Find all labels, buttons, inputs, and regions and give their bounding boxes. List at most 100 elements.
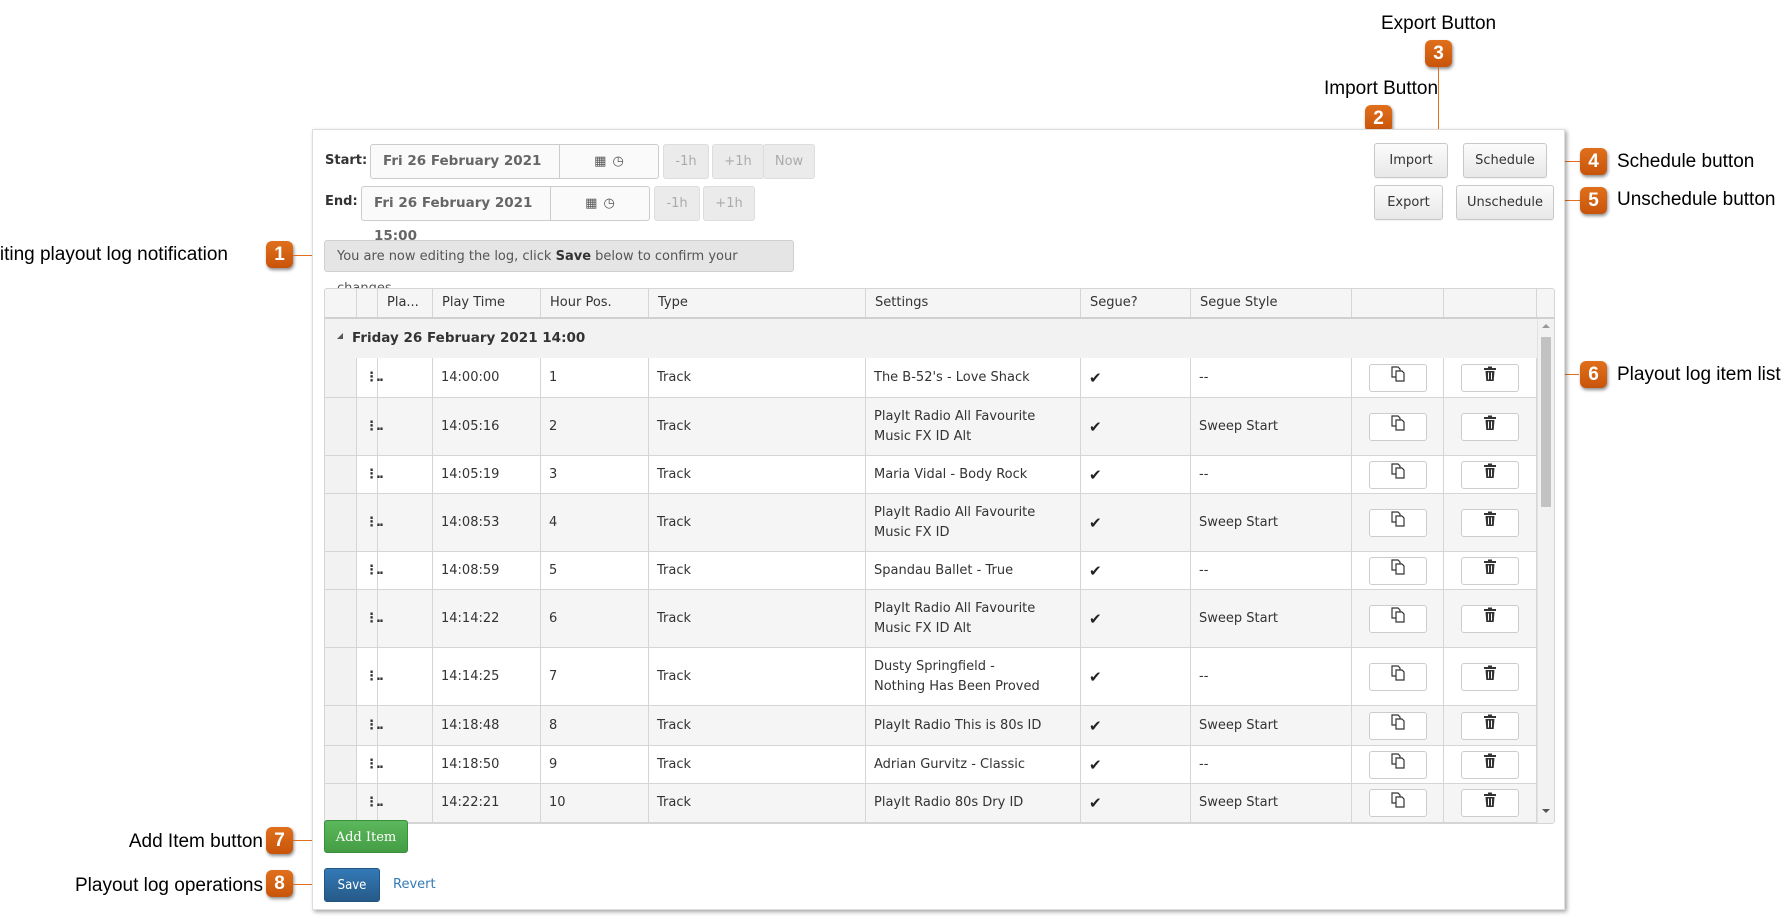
callout-label-5: Unschedule button: [1617, 189, 1776, 210]
played-cell: [378, 456, 433, 493]
delete-button[interactable]: [1461, 460, 1519, 489]
calendar-icon[interactable]: ▦: [594, 154, 606, 169]
delete-button[interactable]: [1461, 412, 1519, 441]
header-col-copy[interactable]: [1352, 289, 1444, 317]
drag-handle: ⋮..: [357, 398, 384, 455]
delete-button[interactable]: [1461, 556, 1519, 585]
collapse-triangle-icon[interactable]: [337, 333, 343, 339]
delete-button[interactable]: [1461, 750, 1519, 779]
duplicate-button[interactable]: [1368, 363, 1427, 392]
start-label: Start:: [325, 153, 368, 168]
duplicate-button[interactable]: [1368, 789, 1427, 817]
header-col-handle[interactable]: [357, 289, 378, 317]
play-time-cell: 14:14:25: [433, 648, 541, 705]
duplicate-button[interactable]: [1368, 711, 1427, 740]
delete-button[interactable]: [1461, 662, 1519, 691]
end-datetime-field[interactable]: Fri 26 February 2021 15:00 ▦ ◷: [361, 186, 650, 244]
table-row[interactable]: ⋮.. 14:05:19 3 Track Maria Vidal - Body Rock…: [325, 456, 1537, 494]
header-col-type[interactable]: Type: [649, 289, 866, 317]
duplicate-button[interactable]: [1368, 508, 1427, 537]
segue-style-cell-text: Sweep Start: [1199, 610, 1279, 626]
copy-icon: [1390, 607, 1406, 630]
start-now-button[interactable]: Now: [763, 144, 815, 179]
group-indent-cell: [325, 494, 357, 551]
duplicate-button[interactable]: [1368, 460, 1427, 489]
header-col-delete[interactable]: [1444, 289, 1537, 317]
drag-handle: ⋮..: [357, 746, 384, 783]
header-col-play-time[interactable]: Play Time: [433, 289, 541, 317]
start-plus-1h-button[interactable]: +1h: [712, 144, 764, 179]
end-datetime-value[interactable]: Fri 26 February 2021 15:00: [362, 187, 550, 244]
revert-link[interactable]: Revert: [393, 868, 436, 902]
play-time-cell: 14:18:50: [433, 746, 541, 783]
play-time-cell: 14:05:16: [433, 398, 541, 455]
table-row[interactable]: ⋮.. 14:08:53 4 Track PlayIt Radio All Favour…: [325, 494, 1537, 552]
header-col-group[interactable]: [325, 289, 357, 317]
grid-scrollbar[interactable]: [1537, 319, 1554, 823]
copy-icon: [1390, 665, 1406, 688]
delete-button[interactable]: [1461, 604, 1519, 633]
clock-icon[interactable]: ◷: [603, 196, 614, 211]
delete-button[interactable]: [1461, 789, 1519, 817]
callout-label-1: Editing playout log notification: [0, 244, 228, 265]
delete-button[interactable]: [1461, 711, 1519, 740]
save-button[interactable]: Save: [324, 868, 380, 902]
settings-cell-text: Adrian Gurvitz - Classic: [874, 756, 1026, 772]
end-minus-1h-button[interactable]: -1h: [654, 186, 700, 221]
delete-cell: [1444, 398, 1537, 455]
delete-button[interactable]: [1461, 363, 1519, 392]
table-row[interactable]: ⋮.. 14:05:16 2 Track PlayIt Radio All Favour…: [325, 398, 1537, 456]
play-time-cell-text: 14:00:00: [441, 369, 500, 385]
clock-icon[interactable]: ◷: [612, 154, 623, 169]
hour-pos-cell: 1: [541, 358, 649, 397]
hour-pos-cell-text: 4: [549, 514, 558, 530]
start-datetime-field[interactable]: Fri 26 February 2021 14:00 ▦ ◷: [370, 144, 659, 202]
header-col-settings[interactable]: Settings: [866, 289, 1081, 317]
header-col-played[interactable]: Pla...: [378, 289, 433, 317]
import-button[interactable]: Import: [1374, 143, 1448, 178]
start-minus-1h-button[interactable]: -1h: [663, 144, 709, 179]
table-row[interactable]: ⋮.. 14:18:50 9 Track Adrian Gurvitz - Classi…: [325, 746, 1537, 784]
copy-icon: [1390, 415, 1406, 438]
type-cell-text: Track: [657, 610, 692, 626]
scroll-up-arrow-icon[interactable]: [1542, 324, 1550, 328]
start-datetime-value[interactable]: Fri 26 February 2021 14:00: [371, 145, 559, 202]
calendar-icon[interactable]: ▦: [585, 196, 597, 211]
schedule-button[interactable]: Schedule: [1463, 143, 1547, 178]
group-indent-cell: [325, 552, 357, 589]
export-button[interactable]: Export: [1374, 185, 1443, 220]
header-col-segue[interactable]: Segue?: [1081, 289, 1191, 317]
hour-pos-cell: 10: [541, 784, 649, 822]
header-col-hour-pos[interactable]: Hour Pos.: [541, 289, 649, 317]
settings-cell: PlayIt Radio All Favourite Music FX ID: [866, 494, 1081, 551]
table-row[interactable]: ⋮.. 14:00:00 1 Track The B-52's - Love Shack…: [325, 358, 1537, 398]
table-row[interactable]: ⋮.. 14:14:22 6 Track PlayIt Radio All Favour…: [325, 590, 1537, 648]
segue-style-cell-text: --: [1199, 562, 1209, 578]
scroll-down-arrow-icon[interactable]: [1542, 809, 1550, 813]
callout-badge-7: 7: [266, 827, 293, 854]
delete-button[interactable]: [1461, 508, 1519, 537]
unschedule-button[interactable]: Unschedule: [1456, 185, 1554, 220]
table-row[interactable]: ⋮.. 14:18:48 8 Track PlayIt Radio This is 80…: [325, 706, 1537, 746]
add-item-button[interactable]: Add Item: [324, 820, 408, 853]
duplicate-button[interactable]: [1368, 412, 1427, 441]
trash-icon: [1483, 366, 1497, 389]
end-plus-1h-button[interactable]: +1h: [703, 186, 755, 221]
table-row[interactable]: ⋮.. 14:22:21 10 Track PlayIt Radio 80s Dry I…: [325, 784, 1537, 823]
scrollbar-thumb[interactable]: [1541, 337, 1551, 507]
duplicate-button[interactable]: [1368, 662, 1427, 691]
group-row[interactable]: Friday 26 February 2021 14:00: [325, 319, 1537, 359]
duplicate-button[interactable]: [1368, 604, 1427, 633]
duplicate-button[interactable]: [1368, 750, 1427, 779]
grid-header: Pla... Play Time Hour Pos. Type Settings Segu…: [325, 289, 1554, 319]
header-col-segue-style[interactable]: Segue Style: [1191, 289, 1352, 317]
type-cell-text: Track: [657, 369, 692, 385]
type-cell: Track: [649, 398, 866, 455]
checkmark-icon: ✔: [1089, 794, 1102, 812]
table-row[interactable]: ⋮.. 14:08:59 5 Track Spandau Ballet - True ✔ -…: [325, 552, 1537, 590]
hour-pos-cell: 4: [541, 494, 649, 551]
play-time-cell-text: 14:14:22: [441, 610, 500, 626]
duplicate-button[interactable]: [1368, 556, 1427, 585]
segue-cell: ✔: [1081, 456, 1191, 493]
table-row[interactable]: ⋮.. 14:14:25 7 Track Dusty Springfield - Not…: [325, 648, 1537, 706]
